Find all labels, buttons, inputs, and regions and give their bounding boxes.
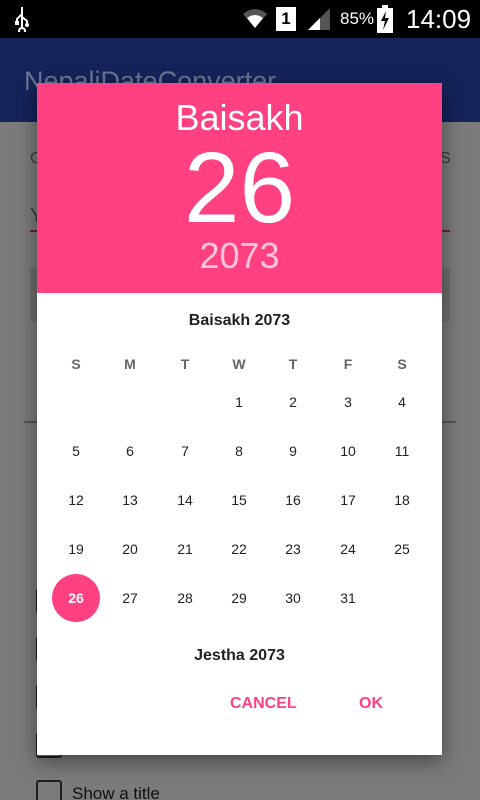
calendar-day[interactable]: 20 <box>106 525 154 573</box>
sim-icon: 1 <box>276 7 296 31</box>
wifi-icon <box>242 6 268 35</box>
calendar-day[interactable]: 22 <box>215 525 263 573</box>
status-bar: 1 85% 14:09 <box>0 0 480 38</box>
weekday-label: S <box>71 356 81 372</box>
weekday-label: T <box>288 356 298 372</box>
calendar-day[interactable]: 10 <box>324 427 372 475</box>
calendar-day[interactable]: 24 <box>324 525 372 573</box>
battery-percent: 85% <box>340 9 375 28</box>
calendar-day[interactable]: 5 <box>52 427 100 475</box>
calendar-day[interactable]: 14 <box>161 476 209 524</box>
signal-icon <box>306 7 332 36</box>
calendar-day[interactable]: 19 <box>52 525 100 573</box>
usb-icon <box>14 6 30 37</box>
calendar-day[interactable]: 17 <box>324 476 372 524</box>
calendar-day[interactable]: 21 <box>161 525 209 573</box>
calendar-day[interactable]: 11 <box>378 427 426 475</box>
calendar-day[interactable]: 13 <box>106 476 154 524</box>
calendar-day[interactable]: 6 <box>106 427 154 475</box>
weekday-label: M <box>124 356 136 372</box>
ok-button[interactable]: OK <box>359 695 383 713</box>
calendar-day[interactable]: 8 <box>215 427 263 475</box>
calendar-month-title: Baisakh 2073 <box>188 312 291 329</box>
calendar-day[interactable]: 9 <box>269 427 317 475</box>
date-picker-header: Baisakh 26 2073 <box>37 83 442 293</box>
calendar-day[interactable]: 30 <box>269 574 317 622</box>
calendar-day-selected[interactable]: 26 <box>52 574 100 622</box>
background-checkbox <box>36 780 62 800</box>
calendar-day[interactable]: 16 <box>269 476 317 524</box>
weekday-label: W <box>232 356 246 372</box>
clock: 14:09 <box>406 4 472 34</box>
calendar-day[interactable]: 25 <box>378 525 426 573</box>
header-year[interactable]: 2073 <box>37 235 442 277</box>
calendar-day[interactable]: 28 <box>161 574 209 622</box>
calendar-day[interactable]: 27 <box>106 574 154 622</box>
weekday-label: S <box>397 356 407 372</box>
calendar-day[interactable]: 3 <box>324 378 372 426</box>
next-month-title: Jestha 2073 <box>194 647 285 664</box>
calendar-day[interactable]: 2 <box>269 378 317 426</box>
calendar-day[interactable]: 23 <box>269 525 317 573</box>
weekday-label: T <box>180 356 190 372</box>
battery-charging-icon <box>377 5 393 38</box>
calendar-day[interactable]: 31 <box>324 574 372 622</box>
date-picker-dialog: Baisakh 26 2073 Baisakh 2073 SMTWTFS 123… <box>37 83 442 755</box>
calendar-day[interactable]: 4 <box>378 378 426 426</box>
weekday-label: F <box>343 356 353 372</box>
calendar-day[interactable]: 1 <box>215 378 263 426</box>
cancel-button[interactable]: CANCEL <box>230 695 297 713</box>
header-day[interactable]: 26 <box>37 133 442 243</box>
calendar-day[interactable]: 18 <box>378 476 426 524</box>
calendar-day[interactable]: 15 <box>215 476 263 524</box>
background-checkbox-label: Show a title <box>72 784 160 800</box>
calendar-day[interactable]: 12 <box>52 476 100 524</box>
calendar-day[interactable]: 7 <box>161 427 209 475</box>
calendar-day[interactable]: 29 <box>215 574 263 622</box>
